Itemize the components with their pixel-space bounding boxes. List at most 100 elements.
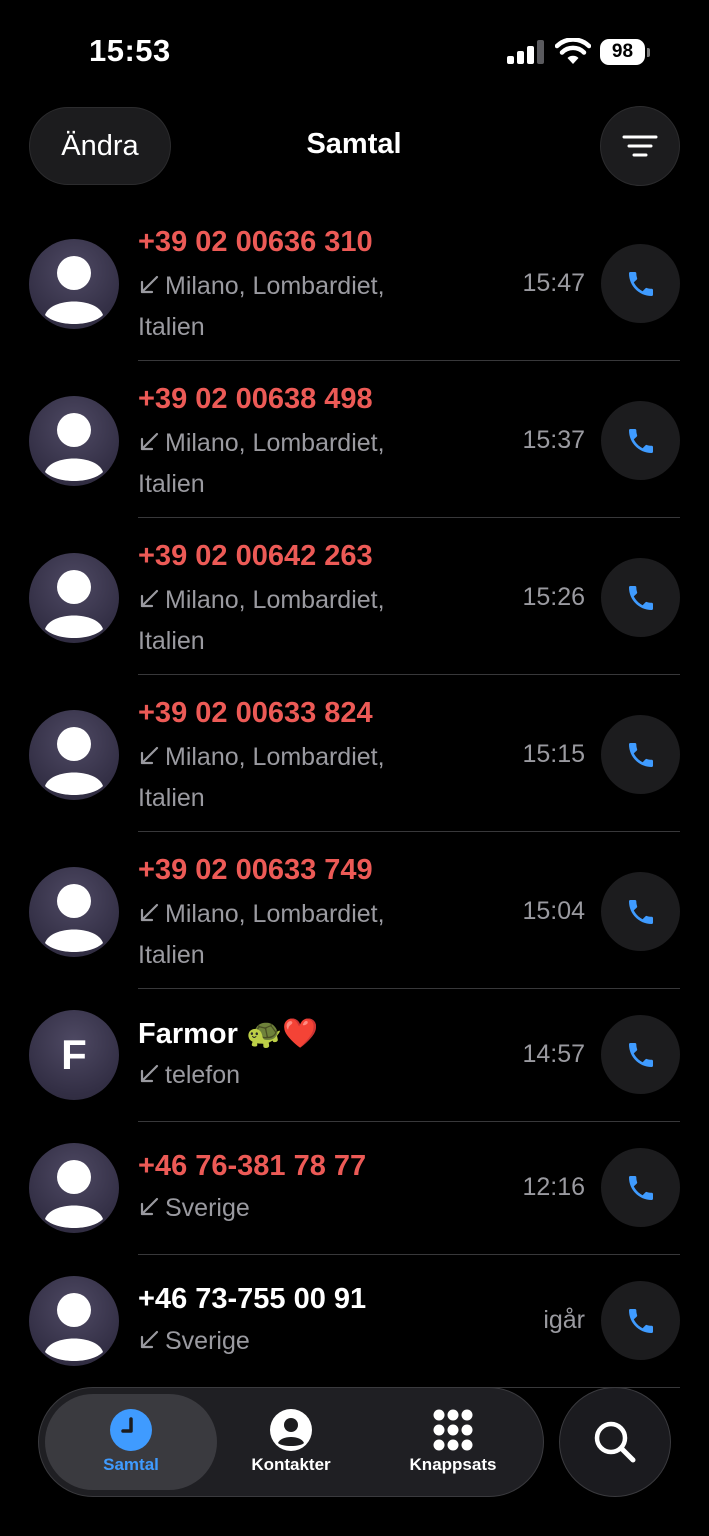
- call-detail: Sverige: [138, 1321, 438, 1362]
- call-row[interactable]: +39 02 00642 263 Milano, Lombardiet, Itali…: [0, 518, 709, 675]
- call-detail-line1: Milano, Lombardiet,: [165, 900, 385, 928]
- call-time: 12:16: [522, 1173, 585, 1201]
- tab-bar: Samtal Kontakter Knappsats: [38, 1387, 544, 1497]
- avatar: [29, 239, 119, 329]
- phone-icon: [628, 1308, 653, 1333]
- caller-name: +39 02 00642 263: [138, 540, 373, 572]
- call-detail: Milano, Lombardiet, Italien: [138, 423, 438, 505]
- cellular-signal-icon: [507, 40, 544, 64]
- call-time: igår: [543, 1306, 585, 1334]
- incoming-arrow-icon: [140, 1197, 159, 1216]
- wifi-icon: [555, 38, 591, 64]
- person-icon: [45, 1293, 103, 1361]
- call-row[interactable]: +39 02 00633 749 Milano, Lombardiet, Itali…: [0, 832, 709, 989]
- call-row[interactable]: +46 73-755 00 91 Sverige igår: [0, 1255, 709, 1388]
- edit-button[interactable]: Ändra: [29, 107, 171, 185]
- incoming-arrow-icon: [140, 432, 159, 451]
- call-detail: Sverige: [138, 1188, 438, 1229]
- avatar: [29, 867, 119, 957]
- avatar: [29, 710, 119, 800]
- avatar: [29, 1276, 119, 1366]
- person-icon: [45, 256, 103, 324]
- caller-name: +46 73-755 00 91: [138, 1283, 367, 1315]
- call-detail-line2: Italien: [138, 627, 205, 655]
- caller-name: +39 02 00638 498: [138, 383, 373, 415]
- clock-icon: [110, 1409, 152, 1451]
- avatar: [29, 553, 119, 643]
- tab-label-kontakter: Kontakter: [251, 1455, 331, 1474]
- call-back-button[interactable]: [601, 1281, 680, 1360]
- tab-label-samtal: Samtal: [103, 1455, 159, 1474]
- battery-icon: 98: [600, 39, 650, 65]
- filter-button[interactable]: [600, 106, 680, 186]
- incoming-arrow-icon: [140, 903, 159, 922]
- call-detail-line1: Milano, Lombardiet,: [165, 743, 385, 771]
- phone-icon: [628, 1042, 653, 1067]
- avatar-initial: F: [61, 1031, 87, 1078]
- call-detail-line1: Milano, Lombardiet,: [165, 586, 385, 614]
- call-detail-line1: Milano, Lombardiet,: [165, 272, 385, 300]
- call-back-button[interactable]: [601, 558, 680, 637]
- call-detail: Milano, Lombardiet, Italien: [138, 737, 438, 819]
- call-detail-line1: telefon: [165, 1061, 241, 1089]
- person-icon: [45, 1160, 103, 1228]
- call-time: 14:57: [522, 1040, 585, 1068]
- person-icon: [45, 884, 103, 952]
- call-back-button[interactable]: [601, 1015, 680, 1094]
- call-row[interactable]: +39 02 00638 498 Milano, Lombardiet, Itali…: [0, 361, 709, 518]
- call-time: 15:26: [522, 583, 585, 611]
- page-title: Samtal: [306, 128, 402, 160]
- call-detail: telefon: [138, 1055, 438, 1096]
- phone-icon: [628, 742, 653, 767]
- phone-icon: [628, 271, 653, 296]
- battery-level: 98: [600, 39, 645, 65]
- incoming-arrow-icon: [140, 589, 159, 608]
- call-detail: Milano, Lombardiet, Italien: [138, 580, 438, 662]
- avatar: [29, 396, 119, 486]
- call-detail-line2: Italien: [138, 470, 205, 498]
- tab-samtal[interactable]: Samtal: [45, 1394, 217, 1490]
- call-back-button[interactable]: [601, 401, 680, 480]
- call-back-button[interactable]: [601, 1148, 680, 1227]
- phone-icon: [628, 1175, 653, 1200]
- avatar: [29, 1143, 119, 1233]
- call-time: 15:15: [522, 740, 585, 768]
- call-row[interactable]: F Farmor 🐢❤️ telefon 14:57: [0, 989, 709, 1122]
- caller-name: Farmor 🐢❤️: [138, 1018, 319, 1050]
- caller-name: +39 02 00633 824: [138, 697, 373, 729]
- incoming-arrow-icon: [140, 275, 159, 294]
- call-detail-line2: Italien: [138, 313, 205, 341]
- call-row[interactable]: +39 02 00633 824 Milano, Lombardiet, Itali…: [0, 675, 709, 832]
- call-back-button[interactable]: [601, 715, 680, 794]
- call-row[interactable]: +39 02 00636 310 Milano, Lombardiet, Itali…: [0, 204, 709, 361]
- search-button[interactable]: [559, 1387, 671, 1497]
- call-time: 15:47: [522, 269, 585, 297]
- incoming-arrow-icon: [140, 1064, 159, 1083]
- filter-lines-icon: [622, 135, 658, 157]
- phone-icon: [628, 585, 653, 610]
- person-icon: [45, 727, 103, 795]
- tab-label-knappsats: Knappsats: [409, 1455, 497, 1474]
- phone-icon: [628, 899, 653, 924]
- phone-icon: [628, 428, 653, 453]
- incoming-arrow-icon: [140, 746, 159, 765]
- person-circle-icon: [270, 1409, 312, 1451]
- status-time: 15:53: [89, 33, 171, 68]
- call-row[interactable]: +46 76-381 78 77 Sverige 12:16: [0, 1122, 709, 1255]
- call-detail-line1: Milano, Lombardiet,: [165, 429, 385, 457]
- call-back-button[interactable]: [601, 872, 680, 951]
- call-detail-line2: Italien: [138, 941, 205, 969]
- caller-name: +46 76-381 78 77: [138, 1150, 367, 1182]
- avatar: F: [29, 1010, 119, 1100]
- call-detail-line1: Sverige: [165, 1194, 250, 1222]
- call-back-button[interactable]: [601, 244, 680, 323]
- call-detail-line2: Italien: [138, 784, 205, 812]
- call-detail: Milano, Lombardiet, Italien: [138, 894, 438, 976]
- tab-knappsats[interactable]: Knappsats: [389, 1394, 517, 1490]
- call-detail: Milano, Lombardiet, Italien: [138, 266, 438, 348]
- caller-name: +39 02 00633 749: [138, 854, 373, 886]
- person-icon: [45, 413, 103, 481]
- call-detail-line1: Sverige: [165, 1327, 250, 1355]
- call-time: 15:04: [522, 897, 585, 925]
- tab-kontakter[interactable]: Kontakter: [229, 1394, 353, 1490]
